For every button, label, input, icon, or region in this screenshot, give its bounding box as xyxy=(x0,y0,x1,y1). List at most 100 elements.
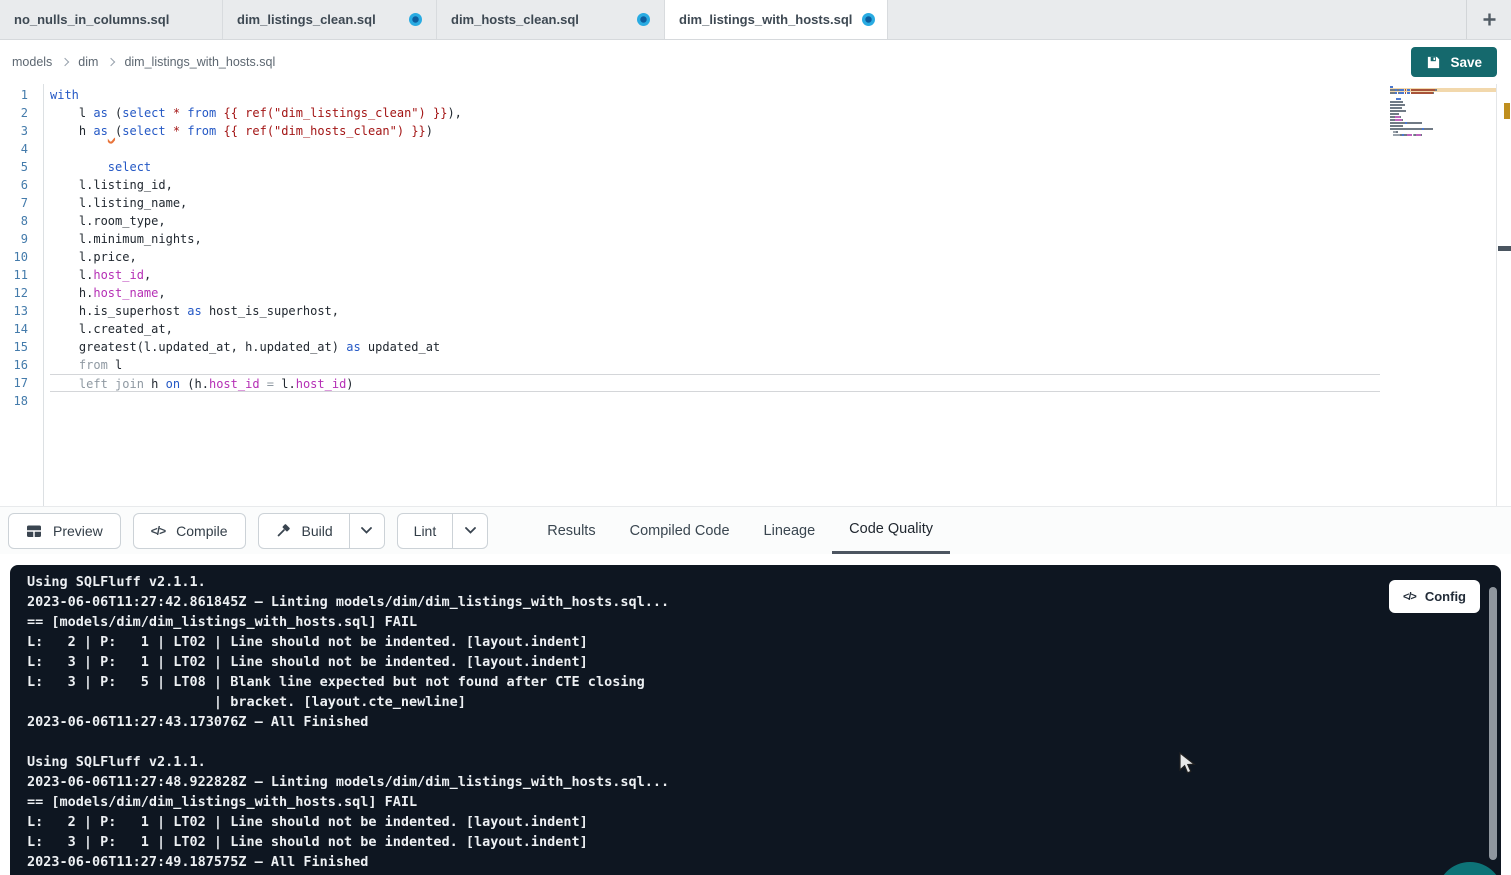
code-line: l.created_at, xyxy=(50,320,1511,338)
minimap-line xyxy=(1390,95,1497,97)
code-line: l.listing_name, xyxy=(50,194,1511,212)
file-tab-label: no_nulls_in_columns.sql xyxy=(14,12,169,27)
minimap-line xyxy=(1390,104,1497,106)
line-number: 1 xyxy=(0,86,43,104)
code-line xyxy=(50,392,1511,410)
line-number: 8 xyxy=(0,212,43,230)
minimap-line xyxy=(1390,110,1497,112)
plus-icon xyxy=(1482,12,1497,27)
line-number: 7 xyxy=(0,194,43,212)
code-line: h as (select * from {{ ref("dim_hosts_cl… xyxy=(50,122,1511,140)
editor-gutter: 123456789101112131415161718 xyxy=(0,86,43,410)
line-number: 11 xyxy=(0,266,43,284)
minimap-line xyxy=(1390,122,1497,124)
config-button-label: Config xyxy=(1425,589,1466,604)
code-line: with xyxy=(50,86,1511,104)
line-number: 4 xyxy=(0,140,43,158)
editor-scrollbar-track xyxy=(1496,84,1497,506)
config-button[interactable]: </> Config xyxy=(1389,580,1480,613)
panel-tab-lineage[interactable]: Lineage xyxy=(747,507,833,554)
panel-tab-code-quality[interactable]: Code Quality xyxy=(832,507,950,554)
breadcrumb-item[interactable]: dim_listings_with_hosts.sql xyxy=(124,55,275,69)
compile-button[interactable]: </> Compile xyxy=(133,513,246,549)
lint-dropdown-button[interactable] xyxy=(453,514,487,548)
code-editor[interactable]: 123456789101112131415161718 with l as (s… xyxy=(0,84,1511,506)
new-tab-button[interactable] xyxy=(1467,0,1511,39)
line-number: 17 xyxy=(0,374,43,392)
file-tab[interactable]: dim_listings_clean.sql xyxy=(223,0,437,39)
hammer-icon xyxy=(275,523,291,539)
build-button[interactable]: Build xyxy=(259,514,350,548)
compile-button-label: Compile xyxy=(176,523,227,539)
build-button-label: Build xyxy=(302,523,333,539)
terminal-scrollbar[interactable] xyxy=(1489,587,1497,860)
result-panel-tabs: ResultsCompiled CodeLineageCode Quality xyxy=(530,507,950,554)
minimap-line xyxy=(1390,92,1497,94)
code-brackets-icon: </> xyxy=(1403,591,1416,603)
line-number: 15 xyxy=(0,338,43,356)
line-number: 14 xyxy=(0,320,43,338)
breadcrumb-separator-icon xyxy=(61,58,69,66)
save-floppy-icon xyxy=(1426,55,1441,70)
preview-button-label: Preview xyxy=(53,523,103,539)
scrollbar-position-marker[interactable] xyxy=(1498,246,1511,251)
breadcrumb: models dim dim_listings_with_hosts.sql xyxy=(12,40,275,84)
line-number: 13 xyxy=(0,302,43,320)
file-tab-label: dim_hosts_clean.sql xyxy=(451,12,579,27)
line-number: 12 xyxy=(0,284,43,302)
code-line: from l xyxy=(50,356,1511,374)
panel-tab-compiled-code[interactable]: Compiled Code xyxy=(613,507,747,554)
code-line: l.host_id, xyxy=(50,266,1511,284)
breadcrumb-bar: models dim dim_listings_with_hosts.sql Sav… xyxy=(0,40,1511,84)
build-dropdown-button[interactable] xyxy=(350,514,384,548)
minimap-line xyxy=(1390,98,1497,100)
minimap-line xyxy=(1390,89,1497,91)
breadcrumb-item[interactable]: models xyxy=(12,55,52,69)
line-number: 18 xyxy=(0,392,43,410)
code-line: h.is_superhost as host_is_superhost, xyxy=(50,302,1511,320)
file-tab[interactable]: no_nulls_in_columns.sql xyxy=(0,0,223,39)
minimap-line xyxy=(1390,119,1497,121)
minimap-line xyxy=(1390,128,1497,130)
line-number: 9 xyxy=(0,230,43,248)
editor-minimap[interactable] xyxy=(1390,86,1497,144)
code-line xyxy=(50,140,1511,158)
minimap-line xyxy=(1390,137,1497,139)
minimap-line xyxy=(1390,134,1497,136)
minimap-line xyxy=(1390,116,1497,118)
minimap-line xyxy=(1390,131,1497,133)
file-tab[interactable]: dim_hosts_clean.sql xyxy=(437,0,665,39)
file-tab[interactable]: dim_listings_with_hosts.sql xyxy=(665,0,888,39)
lint-button[interactable]: Lint xyxy=(398,514,454,548)
file-tabs: no_nulls_in_columns.sql dim_listings_clea… xyxy=(0,0,888,39)
minimap-line xyxy=(1390,113,1497,115)
code-line: l.minimum_nights, xyxy=(50,230,1511,248)
minimap-line xyxy=(1390,107,1497,109)
minimap-line xyxy=(1390,101,1497,103)
scrollbar-warning-marker xyxy=(1504,103,1510,119)
code-line: l.price, xyxy=(50,248,1511,266)
save-button[interactable]: Save xyxy=(1411,47,1497,77)
code-line: l.listing_id, xyxy=(50,176,1511,194)
line-number: 10 xyxy=(0,248,43,266)
breadcrumb-item[interactable]: dim xyxy=(78,55,98,69)
gutter-divider xyxy=(43,84,44,506)
build-split-button: Build xyxy=(258,513,385,549)
line-number: 6 xyxy=(0,176,43,194)
minimap-line xyxy=(1390,86,1497,88)
minimap-line xyxy=(1390,125,1497,127)
file-tab-label: dim_listings_with_hosts.sql xyxy=(679,12,852,27)
line-number: 16 xyxy=(0,356,43,374)
preview-button[interactable]: Preview xyxy=(8,513,121,549)
code-line: left join h on (h.host_id = l.host_id) xyxy=(50,374,1380,392)
terminal-output: Using SQLFluff v2.1.1. 2023-06-06T11:27:… xyxy=(27,572,669,872)
action-toolbar: Preview </> Compile Build xyxy=(0,506,1511,554)
line-number: 2 xyxy=(0,104,43,122)
breadcrumb-separator-icon xyxy=(107,58,115,66)
code-line: l.room_type, xyxy=(50,212,1511,230)
code-line: l as (select * from {{ ref("dim_listings… xyxy=(50,104,1511,122)
panel-tab-results[interactable]: Results xyxy=(530,507,612,554)
file-tab-label: dim_listings_clean.sql xyxy=(237,12,376,27)
file-tab-bar: no_nulls_in_columns.sql dim_listings_clea… xyxy=(0,0,1511,40)
lint-split-button: Lint xyxy=(397,513,489,549)
